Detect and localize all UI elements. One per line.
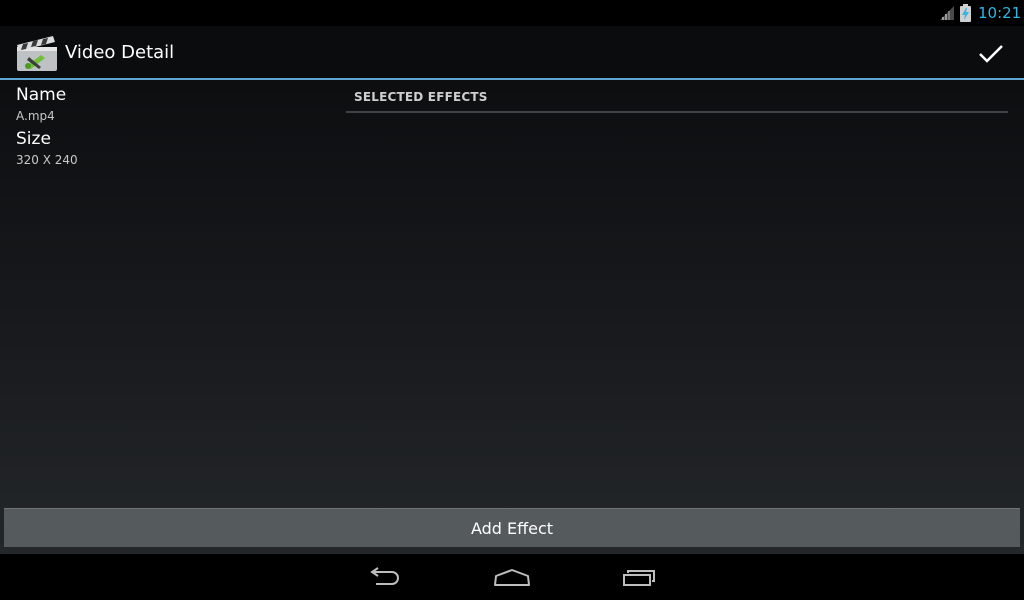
selected-effects-header: SELECTED EFFECTS	[354, 90, 488, 104]
done-button[interactable]	[968, 32, 1014, 76]
clock: 10:21	[978, 4, 1022, 22]
screen: 10:21 Video Detail Name A.mp4 Size 320 X…	[0, 0, 1024, 600]
back-icon	[370, 567, 399, 585]
home-button[interactable]	[482, 554, 542, 600]
name-label: Name	[16, 85, 67, 105]
battery-charging-icon	[960, 4, 971, 22]
recent-apps-button[interactable]	[610, 554, 670, 600]
size-label: Size	[16, 129, 51, 149]
selected-effects-list	[346, 114, 1008, 494]
checkmark-icon	[979, 45, 1003, 63]
back-button[interactable]	[354, 554, 414, 600]
size-value: 320 X 240	[16, 153, 78, 167]
add-effect-label: Add Effect	[470, 518, 554, 538]
add-effect-button[interactable]: Add Effect	[4, 508, 1020, 547]
section-divider	[346, 111, 1008, 113]
navigation-bar	[0, 554, 1024, 600]
status-bar: 10:21	[0, 0, 1024, 26]
home-icon	[494, 569, 530, 586]
name-value: A.mp4	[16, 109, 55, 123]
page-title: Video Detail	[65, 42, 175, 63]
content-area: Name A.mp4 Size 320 X 240 SELECTED EFFEC…	[0, 80, 1024, 554]
signal-icon	[940, 6, 954, 20]
recent-apps-icon	[623, 570, 655, 586]
clapperboard-icon[interactable]	[15, 33, 59, 73]
